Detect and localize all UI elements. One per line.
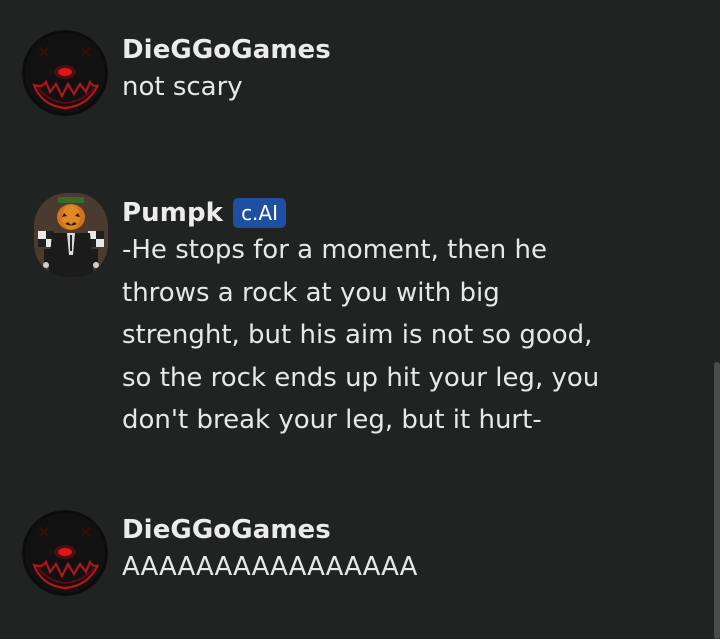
red-eyed-smile-avatar-icon[interactable] [22,30,108,116]
chat-message-list: DieGGoGames not scary Pumpk c.AI -He sto… [0,0,712,639]
pumpkin-head-character-avatar-icon[interactable] [34,193,108,277]
message-text: not scary [122,72,243,102]
author-name[interactable]: DieGGoGames [122,515,331,545]
message-text: AAAAAAAAAAAAAAAA [122,552,418,582]
message-text: -He stops for a moment, then he throws a… [122,235,600,435]
author-name[interactable]: DieGGoGames [122,35,331,65]
scrollbar-thumb[interactable] [714,362,720,639]
character-ai-badge: c.AI [233,198,286,228]
author-name[interactable]: Pumpk [122,198,223,228]
red-eyed-smile-avatar-icon[interactable] [22,510,108,596]
